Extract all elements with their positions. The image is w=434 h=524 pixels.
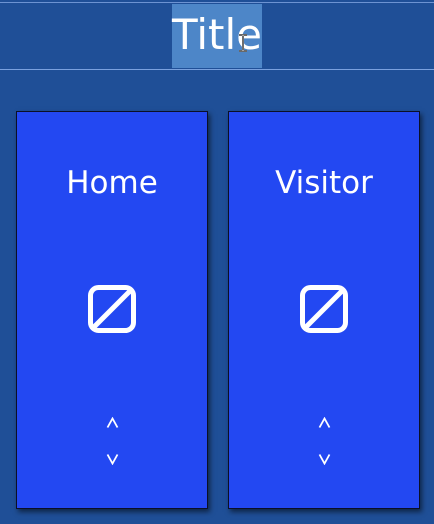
text-cursor-icon [239, 34, 247, 52]
visitor-increment-button[interactable] [311, 410, 337, 436]
pencil-square-icon[interactable] [299, 284, 349, 334]
home-decrement-button[interactable] [99, 446, 125, 472]
chevron-up-icon [318, 417, 330, 428]
chevron-down-icon [318, 454, 330, 465]
title-bar: Title [0, 2, 434, 70]
visitor-team-label: Visitor [275, 165, 373, 201]
home-increment-button[interactable] [99, 410, 125, 436]
visitor-decrement-button[interactable] [311, 446, 337, 472]
home-team-card: Home [16, 111, 208, 509]
title-text-field[interactable]: Title [171, 4, 262, 68]
chevron-up-icon [106, 417, 118, 428]
visitor-team-card: Visitor [228, 111, 420, 509]
home-team-label: Home [66, 165, 158, 201]
scoreboard-app: Title Home Visitor [0, 0, 434, 524]
chevron-down-icon [106, 454, 118, 465]
pencil-square-icon[interactable] [87, 284, 137, 334]
